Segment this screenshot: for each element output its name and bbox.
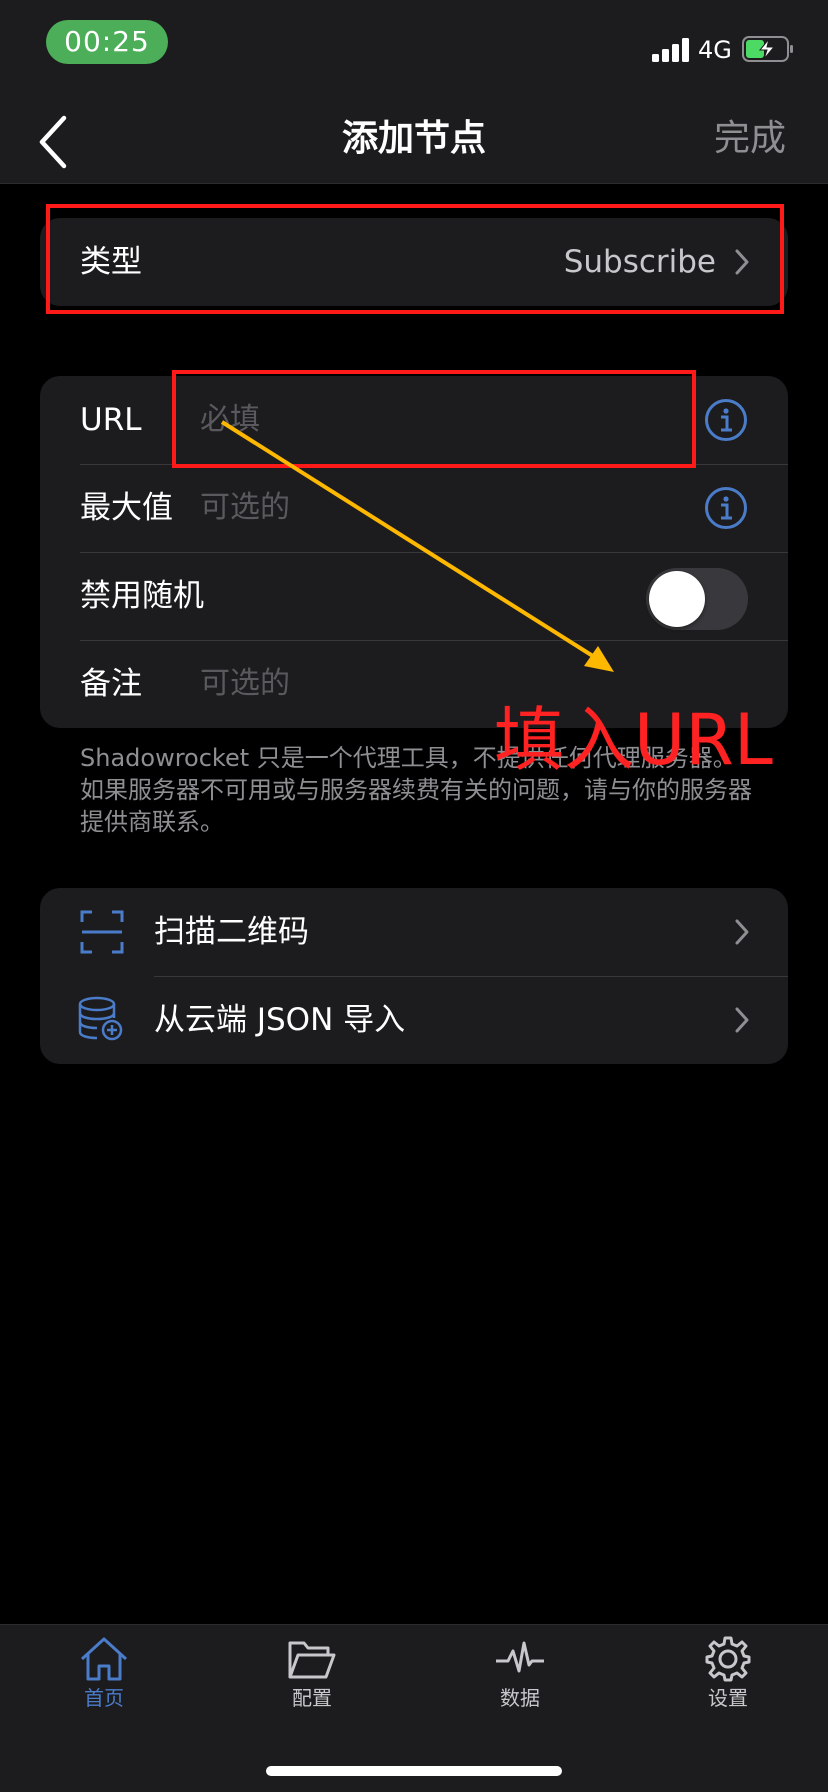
tab-config[interactable]: 配置 [252,1635,372,1735]
json-import-row[interactable]: 从云端 JSON 导入 [40,976,788,1064]
tab-home-label: 首页 [84,1686,124,1710]
scan-qr-row[interactable]: 扫描二维码 [40,888,788,976]
tab-settings-label: 设置 [708,1686,748,1710]
folder-icon [288,1641,336,1679]
page-title: 添加节点 [341,118,486,159]
signal-icon [652,36,692,62]
activity-icon [496,1641,544,1673]
max-input[interactable]: 可选的 [200,464,700,552]
qr-scan-icon [80,910,124,954]
toggle-knob [649,571,705,627]
network-type: 4G [698,36,732,64]
note-label: 备注 [80,666,142,702]
scan-qr-label: 扫描二维码 [154,914,309,950]
chevron-right-icon [735,919,749,945]
top-bar: 00:25 4G 添加节点 完成 [0,0,828,184]
battery-icon [742,36,793,62]
annotation-box-type [46,204,784,314]
random-label: 禁用随机 [80,578,204,614]
url-label: URL [80,402,142,438]
tab-data[interactable]: 数据 [460,1635,580,1735]
status-time: 00:25 [46,20,168,64]
tab-settings[interactable]: 设置 [668,1635,788,1735]
random-row: 禁用随机 [40,552,788,640]
home-indicator [266,1766,562,1776]
gear-icon [705,1636,751,1682]
max-label: 最大值 [80,490,173,526]
json-import-label: 从云端 JSON 导入 [154,1002,406,1038]
annotation-box-url [172,370,696,468]
disable-random-toggle[interactable] [646,568,748,630]
home-icon [80,1637,128,1681]
tab-home[interactable]: 首页 [44,1635,164,1735]
info-icon[interactable] [704,398,748,442]
tab-config-label: 配置 [292,1686,332,1710]
import-actions: 扫描二维码 从云端 JSON 导入 [40,888,788,1064]
tab-data-label: 数据 [500,1686,540,1710]
database-add-icon [78,996,123,1041]
chevron-right-icon [735,1007,749,1033]
info-icon[interactable] [704,486,748,530]
annotation-label: 填入URL [494,699,773,781]
done-button[interactable]: 完成 [714,116,786,162]
max-row: 最大值 可选的 [40,464,788,552]
